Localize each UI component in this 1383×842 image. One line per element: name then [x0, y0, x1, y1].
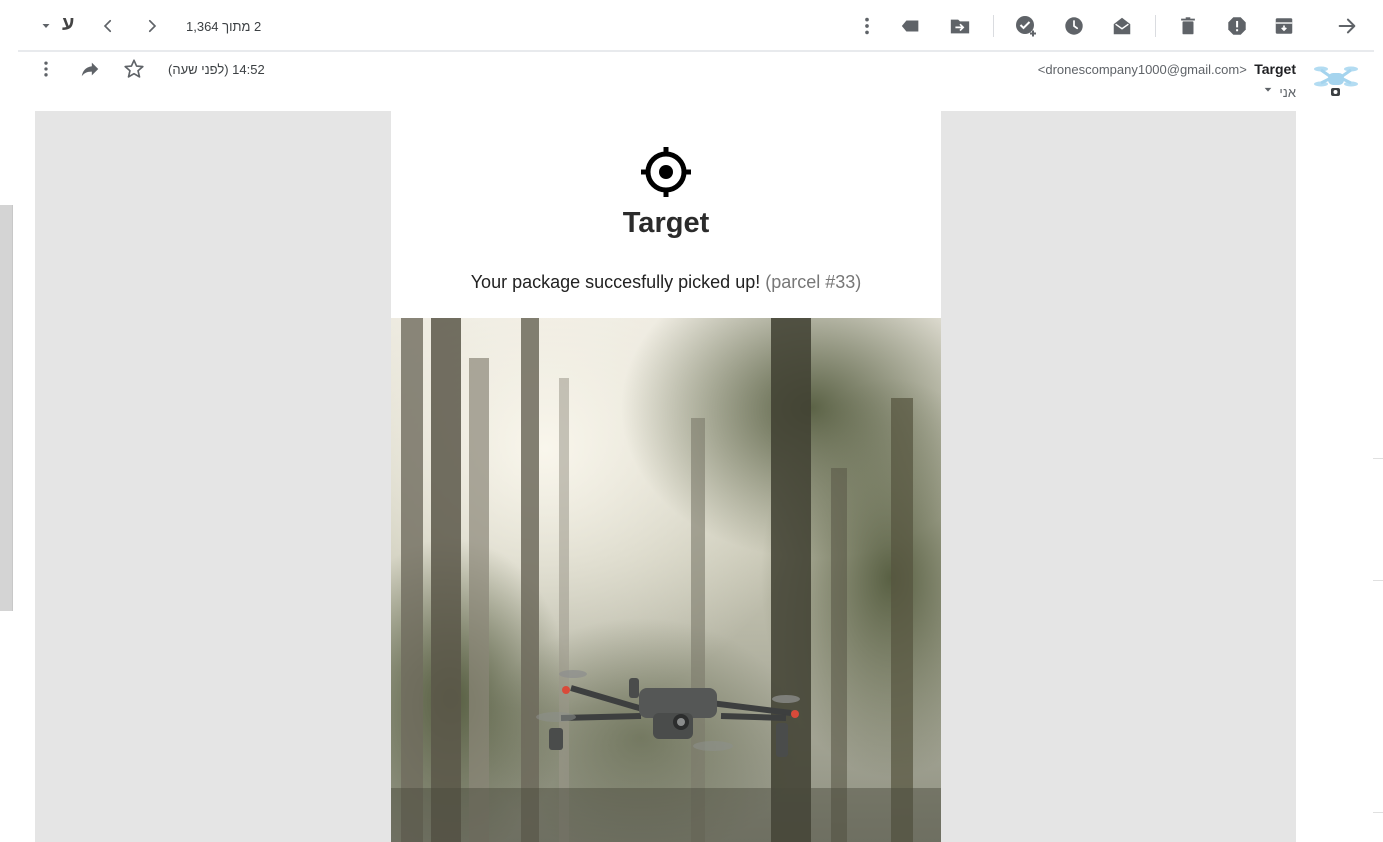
sender-name[interactable]: Target — [1254, 61, 1296, 77]
message-more-vert-icon[interactable] — [32, 55, 60, 83]
delete-icon[interactable] — [1174, 12, 1202, 40]
brand-title: Target — [622, 207, 710, 239]
more-vert-icon[interactable] — [853, 12, 881, 40]
message-text: Your package succesfully picked up! — [470, 272, 761, 292]
add-task-icon[interactable] — [1012, 12, 1040, 40]
pagination-count: 2 מתוך 1,364 — [186, 19, 262, 34]
recipient-line[interactable]: אני — [1279, 84, 1296, 102]
archive-icon[interactable] — [1270, 12, 1298, 40]
older-chevron-icon[interactable] — [94, 12, 122, 40]
toolbar-divider — [18, 50, 1374, 52]
pickup-message: Your package succesfully picked up! (par… — [391, 272, 941, 293]
input-tools-button[interactable]: ע — [62, 13, 74, 36]
caret-down-icon[interactable] — [32, 12, 60, 40]
snooze-icon[interactable] — [1060, 12, 1088, 40]
sender-avatar[interactable] — [1313, 62, 1359, 102]
left-scrollbar[interactable] — [0, 205, 13, 611]
mark-unread-icon[interactable] — [1108, 12, 1136, 40]
back-arrow-icon[interactable] — [1333, 12, 1361, 40]
forward-icon[interactable] — [76, 55, 104, 83]
recipient-name: אני — [1279, 85, 1296, 100]
star-icon[interactable] — [120, 55, 148, 83]
email-card-header: Target Your package succesfully picked u… — [391, 111, 941, 318]
report-spam-icon[interactable] — [1223, 12, 1251, 40]
message-time: 14:52 (לפני שעה) — [168, 62, 265, 77]
parcel-number: (parcel #33) — [765, 272, 862, 292]
label-icon[interactable] — [897, 12, 925, 40]
drone-forest-photo — [391, 318, 941, 842]
newer-chevron-icon[interactable] — [138, 12, 166, 40]
crosshair-target-icon — [640, 146, 692, 198]
sender-email: <dronescompany1000@gmail.com> — [1037, 62, 1247, 77]
move-to-icon[interactable] — [946, 12, 974, 40]
toolbar-separator — [1155, 15, 1156, 37]
toolbar-separator — [993, 15, 994, 37]
recipient-details-caret-icon[interactable] — [1255, 77, 1281, 103]
